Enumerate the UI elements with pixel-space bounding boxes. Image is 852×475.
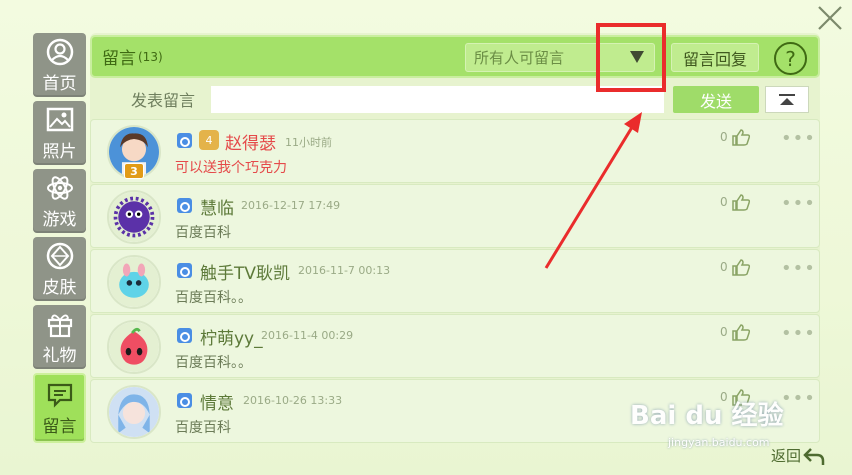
- more-options-button[interactable]: •••: [781, 388, 816, 409]
- like-count: 0: [720, 260, 728, 274]
- user-name[interactable]: 赵得瑟: [225, 129, 276, 154]
- red-creature-avatar-image: [109, 322, 159, 372]
- sidebar: 首页 照片 游戏 皮肤 礼物 留言: [33, 33, 86, 443]
- sidebar-item-label: 留言: [42, 416, 77, 437]
- thumbs-up-icon: [731, 259, 750, 276]
- send-button[interactable]: 发送: [673, 86, 759, 113]
- like-count: 0: [720, 130, 728, 144]
- compose-label: 发表留言: [131, 91, 196, 110]
- message-count: (13): [138, 49, 163, 64]
- dropdown-selected-value: 所有人可留言: [474, 49, 565, 67]
- timestamp: 2016-12-17 17:49: [241, 199, 341, 212]
- sidebar-item-label: 首页: [42, 73, 77, 94]
- compose-bar: 发表留言 发送: [90, 83, 820, 115]
- male-gender-icon: [177, 198, 192, 213]
- like-button[interactable]: 0: [720, 323, 751, 341]
- sidebar-item-games[interactable]: 游戏: [33, 169, 86, 233]
- thumbs-up-icon: [731, 194, 750, 211]
- sidebar-item-messages[interactable]: 留言: [33, 373, 86, 443]
- user-name[interactable]: 情意: [200, 389, 234, 414]
- message-text: 百度百科。。: [175, 290, 252, 306]
- sidebar-item-label: 礼物: [42, 345, 77, 366]
- user-name[interactable]: 柠萌yy_: [200, 324, 263, 349]
- like-button[interactable]: 0: [720, 128, 751, 146]
- close-icon: [818, 6, 842, 30]
- user-icon: [46, 38, 73, 65]
- more-options-button[interactable]: •••: [781, 323, 816, 344]
- timestamp: 2016-11-7 00:13: [298, 264, 391, 277]
- more-options-button[interactable]: •••: [781, 193, 816, 214]
- message-panel: 留言 (13) 所有人可留言 留言回复 ? 发表留言 发送 3 4 赵得瑟 11…: [90, 33, 820, 443]
- watermark-url: jingyan.baidu.com: [668, 436, 770, 449]
- timestamp: 2016-11-4 00:29: [261, 329, 354, 342]
- message-text: 可以送我个巧克力: [175, 160, 287, 176]
- blue-creature-avatar-image: [109, 257, 159, 307]
- more-options-button[interactable]: •••: [781, 128, 816, 149]
- sidebar-item-gifts[interactable]: 礼物: [33, 305, 86, 369]
- purple-monster-avatar-image: [109, 192, 159, 242]
- more-options-button[interactable]: •••: [781, 258, 816, 279]
- help-button[interactable]: ?: [774, 42, 807, 75]
- avatar[interactable]: [107, 255, 161, 309]
- close-button[interactable]: [816, 4, 844, 32]
- timestamp: 11小时前: [285, 136, 332, 149]
- user-name[interactable]: 触手TV耿凯: [200, 259, 290, 284]
- avatar[interactable]: [107, 385, 161, 439]
- thumbs-up-icon: [731, 324, 750, 341]
- avatar[interactable]: [107, 320, 161, 374]
- sidebar-item-home[interactable]: 首页: [33, 33, 86, 97]
- return-arrow-icon: [803, 447, 825, 465]
- male-gender-icon: [177, 263, 192, 278]
- level-badge: 3: [124, 163, 144, 179]
- anime-avatar-image: [109, 387, 159, 437]
- reply-messages-button[interactable]: 留言回复: [671, 43, 759, 72]
- baidu-watermark-logo: Bai du 经验: [630, 401, 784, 431]
- sidebar-item-skins[interactable]: 皮肤: [33, 237, 86, 301]
- back-button[interactable]: 返回: [771, 445, 825, 466]
- sidebar-item-photos[interactable]: 照片: [33, 101, 86, 165]
- message-icon: [47, 383, 72, 408]
- like-count: 0: [720, 325, 728, 339]
- message-text: 百度百科: [175, 420, 231, 436]
- panel-header: 留言 (13) 所有人可留言 留言回复 ?: [90, 35, 820, 78]
- male-gender-icon: [177, 328, 192, 343]
- vip-level-icon: 4: [199, 130, 219, 150]
- thumbs-up-icon: [731, 129, 750, 146]
- avatar[interactable]: [107, 190, 161, 244]
- list-item: 慧临 2016-12-17 17:49 百度百科 0 •••: [90, 184, 820, 248]
- like-count: 0: [720, 195, 728, 209]
- male-gender-icon: [177, 133, 192, 148]
- photo-icon: [46, 107, 73, 131]
- scroll-top-button[interactable]: [765, 86, 809, 113]
- list-item: 柠萌yy_ 2016-11-4 00:29 百度百科。。 0 •••: [90, 314, 820, 378]
- page-title: 留言: [102, 49, 136, 69]
- sidebar-item-label: 照片: [42, 141, 77, 162]
- sidebar-item-label: 游戏: [42, 209, 77, 230]
- list-item: 3 4 赵得瑟 11小时前 可以送我个巧克力 0 •••: [90, 119, 820, 183]
- sidebar-item-label: 皮肤: [42, 277, 77, 298]
- diamond-icon: [46, 242, 73, 269]
- male-gender-icon: [177, 393, 192, 408]
- user-name[interactable]: 慧临: [200, 194, 234, 219]
- like-button[interactable]: 0: [720, 193, 751, 211]
- like-button[interactable]: 0: [720, 258, 751, 276]
- gift-icon: [47, 314, 72, 337]
- message-text: 百度百科。。: [175, 355, 252, 371]
- atom-icon: [46, 175, 73, 200]
- list-item: 触手TV耿凯 2016-11-7 00:13 百度百科。。 0 •••: [90, 249, 820, 313]
- arrow-up-to-top-icon: [779, 93, 795, 105]
- highlight-box: [596, 23, 666, 92]
- back-label: 返回: [771, 447, 802, 465]
- message-text: 百度百科: [175, 225, 231, 241]
- timestamp: 2016-10-26 13:33: [243, 394, 343, 407]
